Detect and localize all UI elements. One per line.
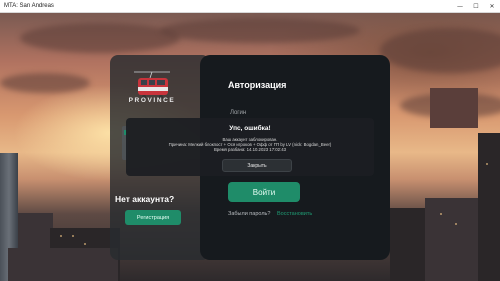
- window-light: [84, 243, 86, 245]
- register-button[interactable]: Регистрация: [125, 210, 181, 225]
- window-title: MTA: San Andreas: [4, 3, 54, 9]
- cloud: [160, 18, 360, 43]
- cloud: [380, 28, 500, 73]
- maximize-icon[interactable]: ☐: [468, 0, 484, 12]
- login-button[interactable]: Войти: [228, 182, 300, 202]
- modal-title: Упс, ошибка!: [229, 125, 271, 132]
- cloud: [20, 23, 180, 53]
- brand-name: PROVINCE: [128, 97, 176, 104]
- cloud: [0, 73, 90, 93]
- building: [8, 248, 118, 281]
- login-label: Логин: [230, 110, 247, 116]
- window-light: [486, 163, 488, 165]
- auth-title: Авторизация: [228, 80, 287, 90]
- building: [425, 198, 480, 281]
- window-controls: — ☐ ✕: [452, 0, 500, 12]
- building: [430, 88, 478, 128]
- close-icon[interactable]: ✕: [484, 0, 500, 12]
- modal-unban-time-line: Время разбана: 14.10.2023 17:02:43: [213, 147, 287, 152]
- restore-password-link[interactable]: Восстановить: [277, 211, 312, 217]
- minimize-icon[interactable]: —: [452, 0, 468, 12]
- building: [478, 133, 500, 281]
- window-titlebar: MTA: San Andreas — ☐ ✕: [0, 0, 500, 13]
- window-light: [455, 223, 457, 225]
- no-account-heading: Нет аккаунта?: [115, 194, 175, 204]
- forgot-password-text: Забыли пароль?: [228, 211, 271, 217]
- window-light: [60, 235, 62, 237]
- window-light: [440, 213, 442, 215]
- building: [390, 208, 430, 281]
- modal-close-button[interactable]: Закрыть: [222, 159, 292, 172]
- window-light: [72, 235, 74, 237]
